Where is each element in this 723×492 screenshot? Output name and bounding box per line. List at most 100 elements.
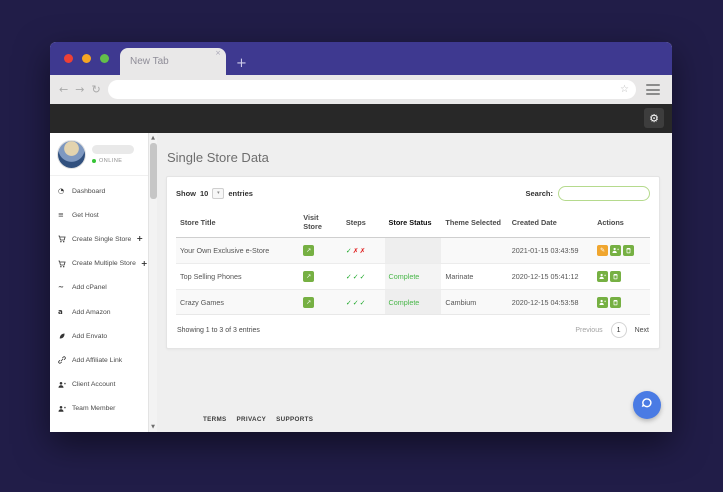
delete-button[interactable]	[623, 245, 635, 256]
sidebar-item-client-account[interactable]: Client Account	[50, 373, 148, 397]
sidebar-item-add-amazon[interactable]: a Add Amazon	[50, 300, 148, 324]
bookmark-star-icon[interactable]: ☆	[620, 84, 629, 95]
store-status-cell	[384, 237, 442, 264]
online-status-dot	[92, 159, 96, 163]
created-date-cell: 2020-12-15 04:53:58	[507, 289, 594, 315]
show-label: Show	[176, 189, 196, 198]
sidebar-item-label: Get Host	[72, 211, 99, 219]
address-bar[interactable]: ☆	[107, 80, 636, 99]
browser-toolbar: ← → ↻ ☆	[50, 75, 672, 104]
sidebar-item-label: Add cPanel	[72, 284, 107, 292]
sidebar-item-add-envato[interactable]: Add Envato	[50, 324, 148, 348]
footer-link-terms[interactable]: TERMS	[203, 416, 227, 423]
step-check-icon: ✓	[352, 273, 359, 281]
scroll-up-icon[interactable]: ▲	[151, 133, 155, 143]
sidebar-item-create-multiple-store[interactable]: Create Multiple Store +	[50, 252, 148, 276]
footer-links: TERMS PRIVACY SUPPORTS	[203, 416, 313, 423]
pagination-next[interactable]: Next	[635, 327, 649, 334]
assign-client-button[interactable]	[597, 297, 609, 308]
column-header-created-date[interactable]: Created Date	[507, 208, 594, 238]
column-header-theme-selected[interactable]: Theme Selected	[441, 208, 508, 238]
tab-title: New Tab	[130, 56, 169, 67]
username-placeholder	[92, 145, 134, 154]
assign-client-button[interactable]	[610, 245, 622, 256]
table-row: Your Own Exclusive e-Store ↗ ✓✗✗ 2021-01…	[176, 237, 650, 264]
visit-store-button[interactable]: ↗	[303, 297, 315, 308]
sidebar-item-label: Add Envato	[72, 332, 108, 340]
search-input[interactable]	[558, 186, 650, 201]
sidebar-menu: ◔ Dashboard ≡ Get Host Create Single Sto…	[50, 176, 148, 421]
tab-close-icon[interactable]: ×	[215, 50, 221, 57]
store-status-cell: Complete	[384, 263, 442, 290]
pagination-previous[interactable]: Previous	[575, 327, 602, 334]
expand-plus-icon[interactable]: +	[141, 259, 148, 268]
cart-icon	[58, 235, 67, 243]
sidebar-item-get-host[interactable]: ≡ Get Host	[50, 203, 148, 227]
store-data-table: Store Title Visit Store Steps Store Stat…	[176, 208, 650, 315]
reload-icon[interactable]: ↻	[91, 84, 100, 95]
sidebar-item-label: Client Account	[72, 381, 116, 389]
column-header-visit-store[interactable]: Visit Store	[299, 208, 342, 238]
minimize-window-button[interactable]	[82, 54, 91, 63]
expand-plus-icon[interactable]: +	[136, 235, 143, 243]
amazon-icon: a	[58, 307, 63, 316]
visit-store-button[interactable]: ↗	[303, 271, 315, 282]
sidebar-item-label: Create Single Store	[72, 235, 132, 243]
scroll-down-icon[interactable]: ▼	[151, 422, 155, 432]
footer-link-supports[interactable]: SUPPORTS	[276, 416, 313, 423]
delete-button[interactable]	[610, 297, 622, 308]
new-tab-button[interactable]: +	[236, 57, 247, 70]
pagination: Previous 1 Next	[575, 322, 649, 338]
delete-button[interactable]	[610, 271, 622, 282]
table-summary: Showing 1 to 3 of 3 entries	[177, 326, 260, 334]
page-length-select[interactable]: ▾	[212, 188, 225, 199]
step-check-icon: ✓	[345, 273, 352, 281]
pagination-page-1[interactable]: 1	[610, 322, 627, 338]
maximize-window-button[interactable]	[100, 54, 109, 63]
sidebar-item-team-member[interactable]: Team Member	[50, 397, 148, 421]
avatar	[57, 140, 86, 169]
column-header-store-title[interactable]: Store Title	[176, 208, 300, 238]
sidebar-item-label: Create Multiple Store	[72, 260, 136, 268]
assign-client-button[interactable]	[597, 271, 609, 282]
page-length-value: 10	[200, 189, 209, 198]
column-header-store-status[interactable]: Store Status	[384, 208, 442, 238]
back-icon[interactable]: ←	[59, 84, 68, 95]
table-controls: Show 10 ▾ entries Search:	[176, 186, 650, 201]
search-label: Search:	[525, 189, 553, 198]
settings-gear-icon[interactable]: ⚙	[644, 108, 664, 128]
browser-menu-icon[interactable]	[646, 84, 660, 95]
step-check-icon: ✓	[345, 247, 352, 255]
column-header-steps[interactable]: Steps	[341, 208, 385, 238]
user-plus-icon	[58, 381, 67, 389]
sidebar-item-label: Team Member	[72, 405, 116, 413]
edit-button[interactable]: ✎	[597, 245, 609, 256]
browser-tab-bar: New Tab × +	[50, 42, 672, 75]
visit-store-button[interactable]: ↗	[303, 245, 315, 256]
browser-tab[interactable]: New Tab ×	[120, 48, 226, 75]
browser-window: New Tab × + ← → ↻ ☆ ⚙ ONLINE ◔ Dashboard…	[50, 42, 672, 432]
column-header-actions[interactable]: Actions	[593, 208, 650, 238]
footer-link-privacy[interactable]: PRIVACY	[237, 416, 267, 423]
scrollbar-thumb[interactable]	[149, 143, 157, 199]
sidebar-item-label: Dashboard	[72, 187, 106, 195]
profile-block: ONLINE	[50, 133, 148, 176]
sidebar-item-dashboard[interactable]: ◔ Dashboard	[50, 179, 148, 203]
window-controls	[64, 54, 109, 63]
step-check-icon: ✓	[359, 273, 366, 281]
app-header: ⚙	[50, 104, 672, 133]
sidebar-item-label: Add Affiliate Link	[72, 356, 123, 364]
sidebar-item-add-cpanel[interactable]: ~ Add cPanel	[50, 276, 148, 300]
step-cross-icon: ✗	[359, 247, 366, 255]
chat-bubble-icon	[640, 396, 654, 415]
sidebar-item-create-single-store[interactable]: Create Single Store +	[50, 227, 148, 251]
cpanel-icon: ~	[58, 283, 64, 292]
forward-icon[interactable]: →	[75, 84, 84, 95]
sidebar-item-add-affiliate-link[interactable]: Add Affiliate Link	[50, 348, 148, 372]
sidebar-scrollbar[interactable]: ▲ ▼	[148, 133, 157, 432]
chat-widget-button[interactable]	[633, 391, 661, 419]
store-status-cell: Complete	[384, 289, 442, 315]
link-icon	[58, 356, 67, 365]
close-window-button[interactable]	[64, 54, 73, 63]
app-content: ONLINE ◔ Dashboard ≡ Get Host Create Sin…	[50, 133, 672, 432]
